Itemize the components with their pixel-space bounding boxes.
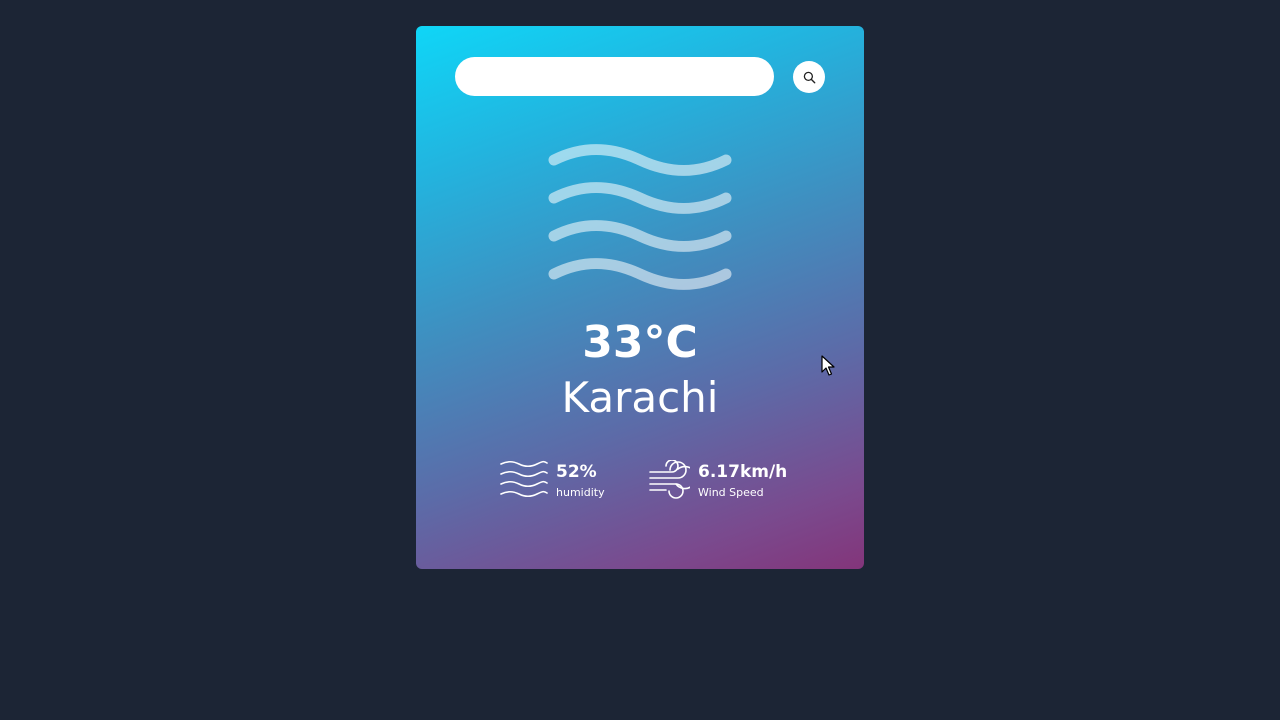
search-icon [803,71,815,83]
wind-detail: 6.17km/h Wind Speed [648,460,787,502]
humidity-icon [500,460,548,498]
mist-icon [548,144,732,290]
temperature: 33°C [582,317,698,368]
humidity-detail: 52% humidity [500,460,605,502]
wind-speed-label: Wind Speed [698,485,764,499]
city-name: Karachi [561,373,719,422]
wind-icon [649,460,690,499]
wind-speed-value: 6.17km/h [698,461,788,482]
humidity-value: 52% [556,461,597,482]
weather-card: 33°C Karachi 52% humidity 6.17km/h Wind … [416,26,864,569]
humidity-label: humidity [556,485,605,499]
search-button[interactable] [793,61,825,93]
search-input[interactable] [455,57,774,96]
